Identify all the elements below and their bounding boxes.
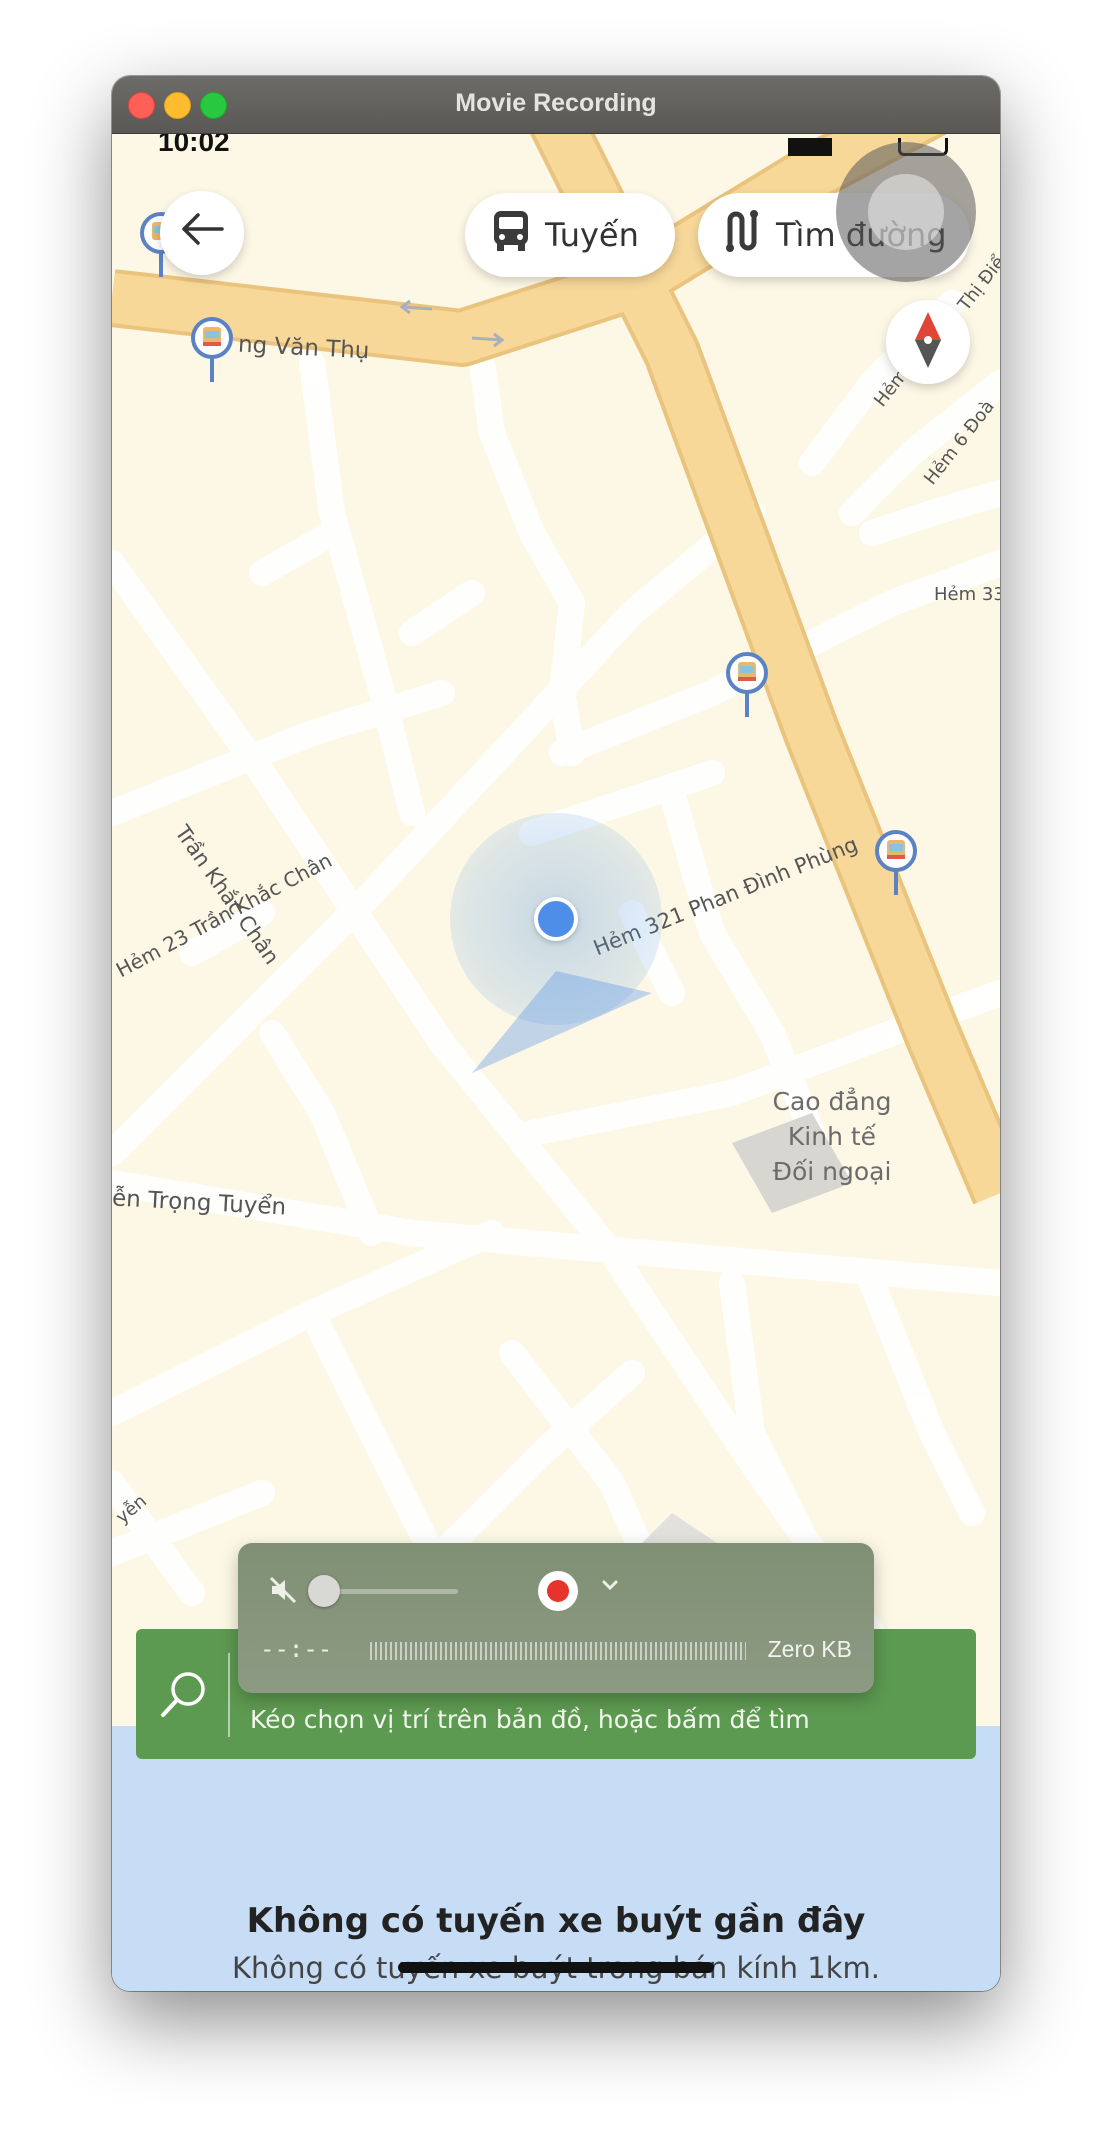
compass-icon [911, 310, 945, 374]
home-indicator[interactable] [398, 1962, 714, 1973]
app-window: Movie Recording ng Văn Thụ Trần Khắc Châ… [112, 76, 1000, 1991]
search-divider [228, 1653, 230, 1737]
recording-size: Zero KB [767, 1636, 852, 1662]
window-titlebar: Movie Recording [112, 76, 1000, 134]
place-label: Cao đẳng Kinh tế Đối ngoại [772, 1087, 892, 1186]
signal-icon [788, 138, 832, 156]
nearby-routes-panel: Không có tuyến xe buýt gần đây Không có … [112, 1726, 1000, 1991]
bus-stop-icon[interactable] [874, 829, 918, 895]
empty-state-title: Không có tuyến xe buýt gần đây [246, 1901, 866, 1941]
audio-level-meter [370, 1642, 746, 1660]
mute-icon[interactable] [268, 1575, 298, 1605]
compass-button[interactable] [886, 300, 970, 384]
back-button[interactable] [160, 191, 244, 275]
window-title: Movie Recording [455, 89, 657, 117]
street-label: Hẻm 33 [934, 584, 1000, 605]
assistive-touch-button[interactable] [836, 142, 976, 282]
current-location-dot [534, 897, 578, 941]
bus-icon [491, 209, 531, 261]
volume-slider-knob[interactable] [308, 1575, 340, 1607]
search-icon [158, 1669, 210, 1721]
routes-label: Tuyến [545, 216, 639, 254]
recording-time: --:-- [260, 1635, 333, 1663]
back-arrow-icon [180, 212, 224, 254]
recording-controls: --:-- Zero KB [238, 1543, 874, 1693]
search-hint: Kéo chọn vị trí trên bản đồ, hoặc bấm để… [250, 1705, 810, 1734]
route-icon [722, 208, 762, 262]
bus-stop-icon[interactable] [190, 316, 234, 382]
bus-stop-icon[interactable] [725, 651, 769, 717]
routes-button[interactable]: Tuyến [465, 193, 675, 277]
chevron-down-icon[interactable] [598, 1573, 622, 1597]
record-button[interactable] [538, 1571, 578, 1611]
